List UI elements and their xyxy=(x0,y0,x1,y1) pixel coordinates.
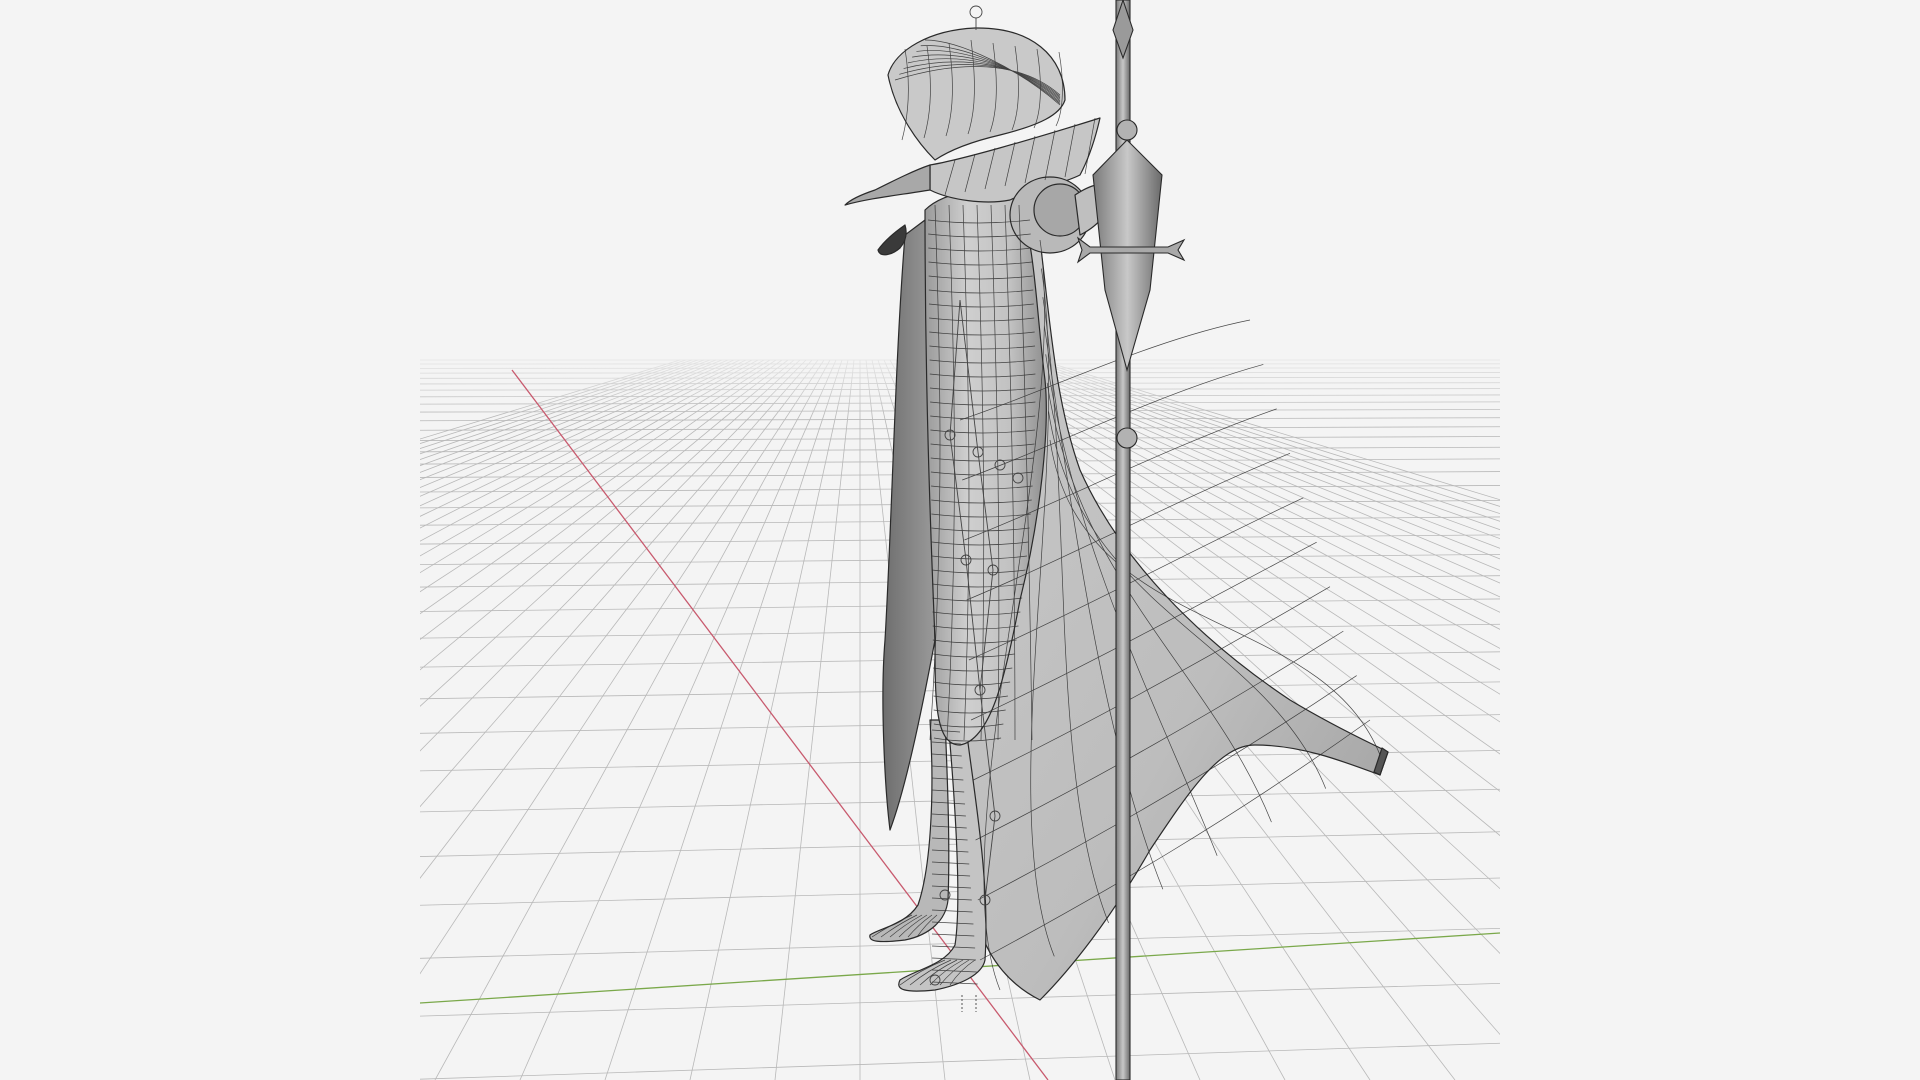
spear-knob-lower xyxy=(1116,427,1138,449)
viewport-canvas[interactable] xyxy=(0,0,1920,1080)
spear-knob-top xyxy=(1116,119,1138,141)
3d-viewport[interactable] xyxy=(0,0,1920,1080)
spear-head xyxy=(1092,139,1163,373)
grid-line xyxy=(420,1042,1500,1080)
hand-back xyxy=(877,224,907,256)
collar-left xyxy=(844,164,931,206)
grid-line xyxy=(420,982,1500,1017)
